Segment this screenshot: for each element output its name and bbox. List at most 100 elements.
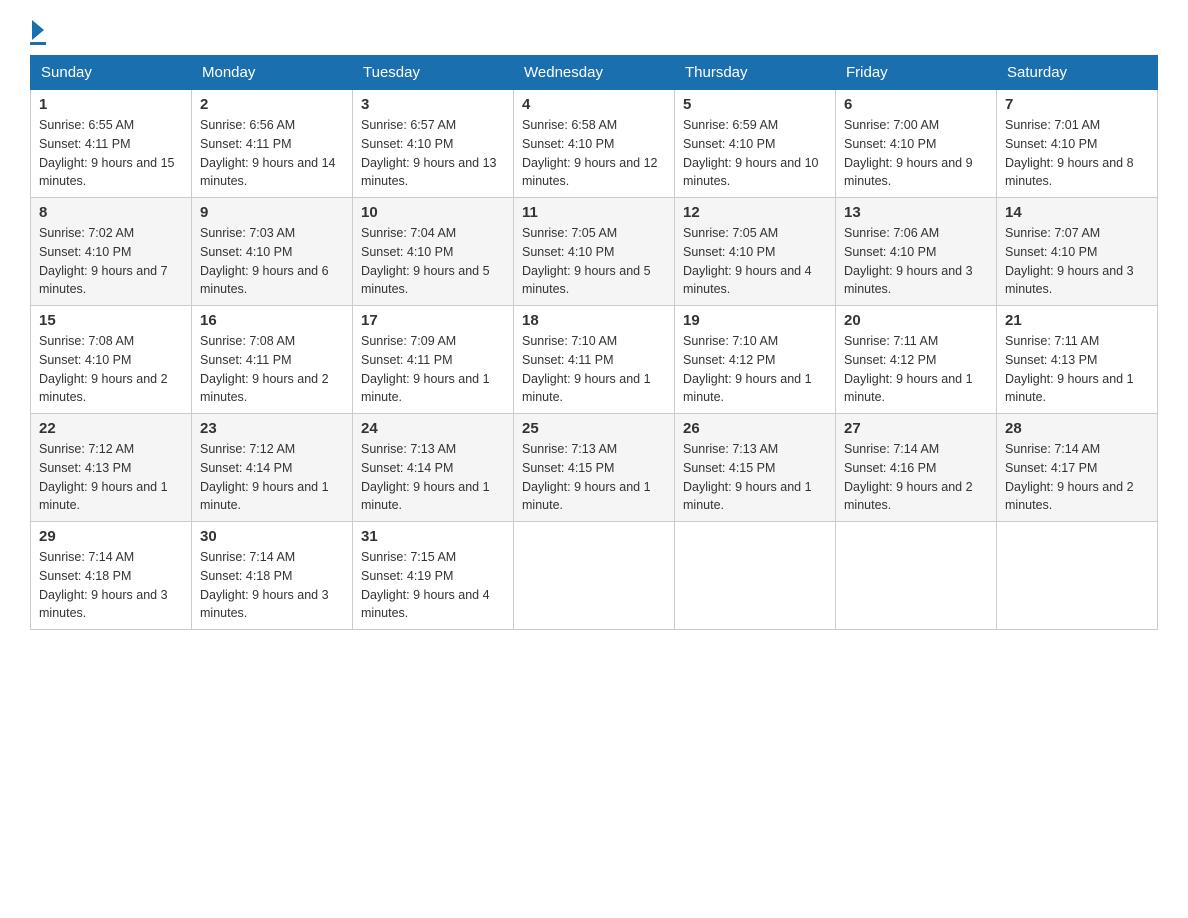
weekday-header-tuesday: Tuesday [353,56,514,90]
day-number: 15 [39,312,183,329]
logo [30,20,46,45]
logo-arrow-icon [32,20,44,40]
day-info: Sunrise: 7:01 AMSunset: 4:10 PMDaylight:… [1005,116,1149,191]
day-number: 7 [1005,96,1149,113]
calendar-cell: 1 Sunrise: 6:55 AMSunset: 4:11 PMDaylight… [31,90,192,198]
day-info: Sunrise: 7:13 AMSunset: 4:15 PMDaylight:… [522,440,666,515]
calendar-cell: 20 Sunrise: 7:11 AMSunset: 4:12 PMDayligh… [836,306,997,414]
calendar-cell: 25 Sunrise: 7:13 AMSunset: 4:15 PMDayligh… [514,414,675,522]
day-info: Sunrise: 7:13 AMSunset: 4:15 PMDaylight:… [683,440,827,515]
calendar-week-row: 29 Sunrise: 7:14 AMSunset: 4:18 PMDayligh… [31,522,1158,630]
day-number: 29 [39,528,183,545]
day-number: 4 [522,96,666,113]
calendar-cell: 19Sunrise: 7:10 AMSunset: 4:12 PMDayligh… [675,306,836,414]
logo-underline [30,42,46,45]
day-number: 25 [522,420,666,437]
weekday-header-thursday: Thursday [675,56,836,90]
day-info: Sunrise: 7:05 AMSunset: 4:10 PMDaylight:… [683,224,827,299]
day-number: 1 [39,96,183,113]
day-number: 30 [200,528,344,545]
calendar-cell [836,522,997,630]
weekday-header-wednesday: Wednesday [514,56,675,90]
calendar-cell: 9 Sunrise: 7:03 AMSunset: 4:10 PMDaylight… [192,198,353,306]
day-info: Sunrise: 7:14 AMSunset: 4:18 PMDaylight:… [200,548,344,623]
day-number: 2 [200,96,344,113]
calendar-cell: 10 Sunrise: 7:04 AMSunset: 4:10 PMDayligh… [353,198,514,306]
calendar-cell: 23 Sunrise: 7:12 AMSunset: 4:14 PMDayligh… [192,414,353,522]
day-info: Sunrise: 6:55 AMSunset: 4:11 PMDaylight:… [39,116,183,191]
day-info: Sunrise: 7:12 AMSunset: 4:14 PMDaylight:… [200,440,344,515]
calendar-cell: 26 Sunrise: 7:13 AMSunset: 4:15 PMDayligh… [675,414,836,522]
calendar-cell: 7 Sunrise: 7:01 AMSunset: 4:10 PMDaylight… [997,90,1158,198]
day-info: Sunrise: 6:56 AMSunset: 4:11 PMDaylight:… [200,116,344,191]
day-number: 14 [1005,204,1149,221]
day-info: Sunrise: 6:57 AMSunset: 4:10 PMDaylight:… [361,116,505,191]
weekday-header-monday: Monday [192,56,353,90]
calendar-header-row: SundayMondayTuesdayWednesdayThursdayFrid… [31,56,1158,90]
day-info: Sunrise: 7:02 AMSunset: 4:10 PMDaylight:… [39,224,183,299]
day-number: 11 [522,204,666,221]
day-number: 18 [522,312,666,329]
day-info: Sunrise: 7:14 AMSunset: 4:18 PMDaylight:… [39,548,183,623]
day-info: Sunrise: 7:14 AMSunset: 4:16 PMDaylight:… [844,440,988,515]
calendar-cell: 28 Sunrise: 7:14 AMSunset: 4:17 PMDayligh… [997,414,1158,522]
day-info: Sunrise: 7:00 AMSunset: 4:10 PMDaylight:… [844,116,988,191]
calendar-cell: 4Sunrise: 6:58 AMSunset: 4:10 PMDaylight… [514,90,675,198]
day-number: 17 [361,312,505,329]
day-info: Sunrise: 7:15 AMSunset: 4:19 PMDaylight:… [361,548,505,623]
day-info: Sunrise: 7:07 AMSunset: 4:10 PMDaylight:… [1005,224,1149,299]
calendar-cell: 8Sunrise: 7:02 AMSunset: 4:10 PMDaylight… [31,198,192,306]
calendar-week-row: 1 Sunrise: 6:55 AMSunset: 4:11 PMDaylight… [31,90,1158,198]
calendar-cell: 3 Sunrise: 6:57 AMSunset: 4:10 PMDaylight… [353,90,514,198]
day-number: 31 [361,528,505,545]
day-number: 26 [683,420,827,437]
day-info: Sunrise: 7:13 AMSunset: 4:14 PMDaylight:… [361,440,505,515]
day-info: Sunrise: 7:10 AMSunset: 4:12 PMDaylight:… [683,332,827,407]
day-info: Sunrise: 7:11 AMSunset: 4:13 PMDaylight:… [1005,332,1149,407]
calendar-cell: 15 Sunrise: 7:08 AMSunset: 4:10 PMDayligh… [31,306,192,414]
day-number: 5 [683,96,827,113]
calendar-cell: 21Sunrise: 7:11 AMSunset: 4:13 PMDayligh… [997,306,1158,414]
calendar-cell: 18Sunrise: 7:10 AMSunset: 4:11 PMDayligh… [514,306,675,414]
day-number: 16 [200,312,344,329]
day-number: 9 [200,204,344,221]
day-info: Sunrise: 7:05 AMSunset: 4:10 PMDaylight:… [522,224,666,299]
page: SundayMondayTuesdayWednesdayThursdayFrid… [0,0,1188,650]
day-number: 20 [844,312,988,329]
day-info: Sunrise: 7:04 AMSunset: 4:10 PMDaylight:… [361,224,505,299]
day-info: Sunrise: 7:11 AMSunset: 4:12 PMDaylight:… [844,332,988,407]
calendar-cell: 2 Sunrise: 6:56 AMSunset: 4:11 PMDaylight… [192,90,353,198]
calendar-cell: 12 Sunrise: 7:05 AMSunset: 4:10 PMDayligh… [675,198,836,306]
calendar-cell [997,522,1158,630]
day-number: 24 [361,420,505,437]
day-info: Sunrise: 7:14 AMSunset: 4:17 PMDaylight:… [1005,440,1149,515]
calendar-cell: 5Sunrise: 6:59 AMSunset: 4:10 PMDaylight… [675,90,836,198]
day-number: 6 [844,96,988,113]
calendar-cell [514,522,675,630]
calendar-table: SundayMondayTuesdayWednesdayThursdayFrid… [30,55,1158,630]
calendar-cell: 16 Sunrise: 7:08 AMSunset: 4:11 PMDayligh… [192,306,353,414]
calendar-cell: 13 Sunrise: 7:06 AMSunset: 4:10 PMDayligh… [836,198,997,306]
day-number: 3 [361,96,505,113]
day-info: Sunrise: 7:06 AMSunset: 4:10 PMDaylight:… [844,224,988,299]
calendar-cell: 31 Sunrise: 7:15 AMSunset: 4:19 PMDayligh… [353,522,514,630]
day-number: 28 [1005,420,1149,437]
day-number: 22 [39,420,183,437]
calendar-cell: 27 Sunrise: 7:14 AMSunset: 4:16 PMDayligh… [836,414,997,522]
day-info: Sunrise: 7:03 AMSunset: 4:10 PMDaylight:… [200,224,344,299]
day-number: 23 [200,420,344,437]
weekday-header-sunday: Sunday [31,56,192,90]
day-info: Sunrise: 7:08 AMSunset: 4:11 PMDaylight:… [200,332,344,407]
day-info: Sunrise: 7:12 AMSunset: 4:13 PMDaylight:… [39,440,183,515]
calendar-cell: 6 Sunrise: 7:00 AMSunset: 4:10 PMDaylight… [836,90,997,198]
day-number: 13 [844,204,988,221]
calendar-cell: 14 Sunrise: 7:07 AMSunset: 4:10 PMDayligh… [997,198,1158,306]
calendar-cell: 29 Sunrise: 7:14 AMSunset: 4:18 PMDayligh… [31,522,192,630]
calendar-cell: 11 Sunrise: 7:05 AMSunset: 4:10 PMDayligh… [514,198,675,306]
day-number: 27 [844,420,988,437]
day-number: 12 [683,204,827,221]
weekday-header-friday: Friday [836,56,997,90]
day-info: Sunrise: 7:08 AMSunset: 4:10 PMDaylight:… [39,332,183,407]
calendar-cell: 17Sunrise: 7:09 AMSunset: 4:11 PMDayligh… [353,306,514,414]
day-number: 10 [361,204,505,221]
